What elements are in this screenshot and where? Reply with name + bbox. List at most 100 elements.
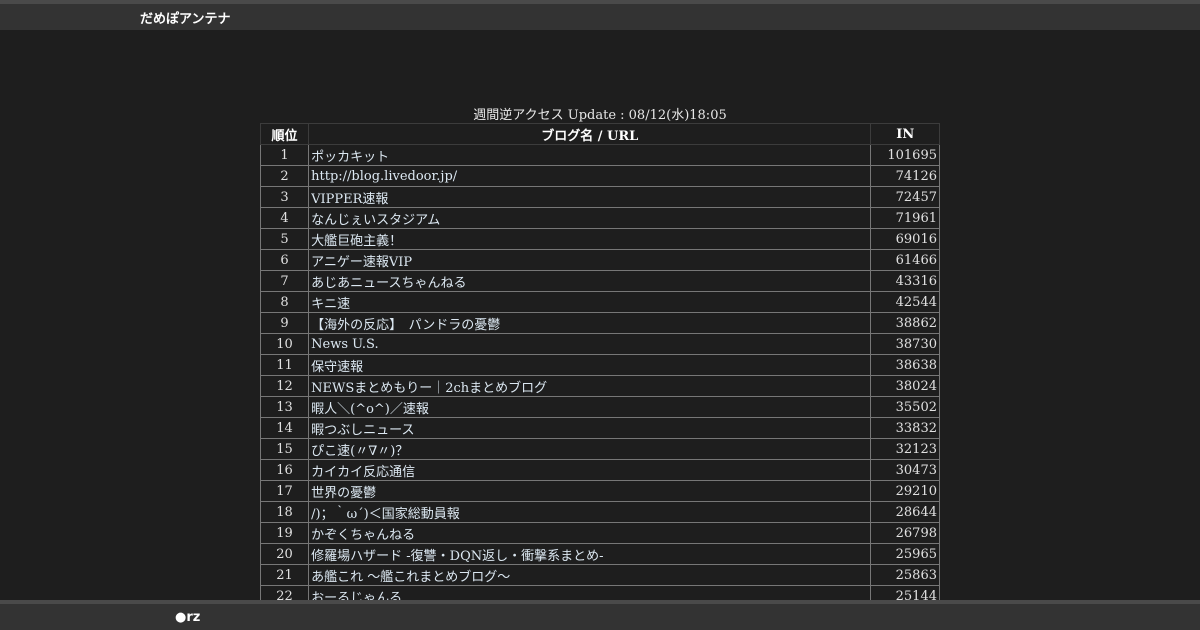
table-row: 17 世界の憂鬱 29210 <box>259 480 940 502</box>
footer-text: ●rz <box>175 610 201 625</box>
rank-cell: 7 <box>259 270 310 292</box>
blog-link[interactable]: /)；｀ω´)＜国家総動員報 <box>311 507 460 522</box>
blog-cell: 大艦巨砲主義！ <box>308 228 872 250</box>
blog-link[interactable]: News U.S. <box>311 337 378 352</box>
in-count-cell: 101695 <box>870 144 940 166</box>
blog-cell: おーるじゃんる <box>308 585 872 601</box>
rank-cell: 3 <box>259 186 310 208</box>
site-title-link[interactable]: だめぽアンテナ <box>140 8 230 27</box>
table-row: 3 VIPPER速報 72457 <box>259 186 940 208</box>
rank-cell: 16 <box>259 459 310 481</box>
rank-cell: 12 <box>259 375 310 397</box>
rank-cell: 17 <box>259 480 310 502</box>
blog-link[interactable]: キニ速 <box>311 297 350 312</box>
column-header-in: IN <box>870 123 940 145</box>
blog-link[interactable]: 暇人＼(^o^)／速報 <box>311 402 429 417</box>
blog-cell: なんじぇいスタジアム <box>308 207 872 229</box>
column-header-rank: 順位 <box>259 123 310 145</box>
in-count-cell: 28644 <box>870 501 940 523</box>
blog-link[interactable]: なんじぇいスタジアム <box>311 213 440 228</box>
blog-link[interactable]: 保守速報 <box>311 360 363 375</box>
blog-link[interactable]: 【海外の反応】 パンドラの憂鬱 <box>311 318 500 333</box>
table-row: 18/)；｀ω´)＜国家総動員報 28644 <box>259 501 940 523</box>
rank-cell: 5 <box>259 228 310 250</box>
blog-link[interactable]: ポッカキット <box>311 150 389 165</box>
blog-cell: 【海外の反応】 パンドラの憂鬱 <box>308 312 872 334</box>
blog-cell: ポッカキット <box>308 144 872 166</box>
in-count-cell: 38862 <box>870 312 940 334</box>
table-row: 10 News U.S. 38730 <box>259 333 940 355</box>
blog-link[interactable]: 大艦巨砲主義！ <box>311 234 402 249</box>
table-row: 5 大艦巨砲主義！ 69016 <box>259 228 940 250</box>
blog-link[interactable]: アニゲー速報VIP <box>311 255 412 270</box>
table-header-row: 順位 ブログ名 / URL IN <box>259 123 940 145</box>
in-count-cell: 74126 <box>870 165 940 187</box>
table-row: 13 暇人＼(^o^)／速報 35502 <box>259 396 940 418</box>
rank-cell: 9 <box>259 312 310 334</box>
top-bar: だめぽアンテナ <box>0 0 1200 30</box>
blog-cell: 修羅場ハザード -復讐・DQN返し・衝撃系まとめ- <box>308 543 872 565</box>
blog-cell: ぴこ速(〃∇〃)？ <box>308 438 872 460</box>
blog-link[interactable]: カイカイ反応通信 <box>311 465 415 480</box>
blog-link[interactable]: NEWSまとめもりー｜2chまとめブログ <box>311 381 547 396</box>
blog-link[interactable]: 世界の憂鬱 <box>311 486 376 501</box>
rank-cell: 10 <box>259 333 310 355</box>
blog-link[interactable]: かぞくちゃんねる <box>311 528 415 543</box>
rank-cell: 20 <box>259 543 310 565</box>
blog-cell: VIPPER速報 <box>308 186 872 208</box>
in-count-cell: 32123 <box>870 438 940 460</box>
blog-link[interactable]: 暇つぶしニュース <box>311 423 414 438</box>
rank-cell: 19 <box>259 522 310 544</box>
blog-cell: /)；｀ω´)＜国家総動員報 <box>308 501 872 523</box>
blog-cell: 保守速報 <box>308 354 872 376</box>
table-row: 21 あ艦これ ～艦これまとめブログ～ 25863 <box>259 564 940 586</box>
table-row: 16 カイカイ反応通信 30473 <box>259 459 940 481</box>
in-count-cell: 43316 <box>870 270 940 292</box>
ranking-table: 順位 ブログ名 / URL IN 1 ポッカキット 101695 2 http://bl… <box>259 123 940 601</box>
table-row: 11 保守速報 38638 <box>259 354 940 376</box>
blog-link[interactable]: http://blog.livedoor.jp/ <box>311 169 457 184</box>
footer-bar: ●rz <box>0 600 1200 630</box>
in-count-cell: 61466 <box>870 249 940 271</box>
blog-cell: アニゲー速報VIP <box>308 249 872 271</box>
table-row: 9 【海外の反応】 パンドラの憂鬱 38862 <box>259 312 940 334</box>
table-row: 4 なんじぇいスタジアム 71961 <box>259 207 940 229</box>
blog-link[interactable]: 修羅場ハザード -復讐・DQN返し・衝撃系まとめ- <box>311 549 603 564</box>
table-row: 8 キニ速 42544 <box>259 291 940 313</box>
blog-link[interactable]: VIPPER速報 <box>311 192 388 207</box>
in-count-cell: 38024 <box>870 375 940 397</box>
in-count-cell: 25144 <box>870 585 940 600</box>
blog-link[interactable]: おーるじゃんる <box>311 591 402 601</box>
rank-cell: 6 <box>259 249 310 271</box>
rank-cell: 21 <box>259 564 310 586</box>
blog-cell: News U.S. <box>308 333 872 355</box>
in-count-cell: 26798 <box>870 522 940 544</box>
blog-link[interactable]: ぴこ速(〃∇〃)？ <box>311 444 408 459</box>
rank-cell: 15 <box>259 438 310 460</box>
in-count-cell: 25965 <box>870 543 940 565</box>
blog-cell: NEWSまとめもりー｜2chまとめブログ <box>308 375 872 397</box>
ranking-table-body: 1 ポッカキット 101695 2 http://blog.livedoor.jp/74… <box>259 144 940 601</box>
blog-cell: 暇人＼(^o^)／速報 <box>308 396 872 418</box>
blog-cell: あじあニュースちゃんねる <box>308 270 872 292</box>
blog-link[interactable]: あ艦これ ～艦これまとめブログ～ <box>311 570 510 585</box>
blog-link[interactable]: あじあニュースちゃんねる <box>311 276 466 291</box>
blog-cell: 世界の憂鬱 <box>308 480 872 502</box>
blog-cell: かぞくちゃんねる <box>308 522 872 544</box>
in-count-cell: 72457 <box>870 186 940 208</box>
blog-cell: 暇つぶしニュース <box>308 417 872 439</box>
table-row: 15 ぴこ速(〃∇〃)？ 32123 <box>259 438 940 460</box>
rank-cell: 1 <box>259 144 310 166</box>
in-count-cell: 38638 <box>870 354 940 376</box>
table-row: 14 暇つぶしニュース 33832 <box>259 417 940 439</box>
ranking-caption: 週間逆アクセス Update : 08/12(水)18:05 <box>473 108 727 123</box>
rank-cell: 8 <box>259 291 310 313</box>
main-content: 週間逆アクセス Update : 08/12(水)18:05 順位 ブログ名 /… <box>0 30 1200 600</box>
in-count-cell: 69016 <box>870 228 940 250</box>
blog-cell: キニ速 <box>308 291 872 313</box>
rank-cell: 22 <box>259 585 310 600</box>
table-row: 20 修羅場ハザード -復讐・DQN返し・衝撃系まとめ- 25965 <box>259 543 940 565</box>
in-count-cell: 71961 <box>870 207 940 229</box>
table-row: 2 http://blog.livedoor.jp/74126 <box>259 165 940 187</box>
rank-cell: 11 <box>259 354 310 376</box>
